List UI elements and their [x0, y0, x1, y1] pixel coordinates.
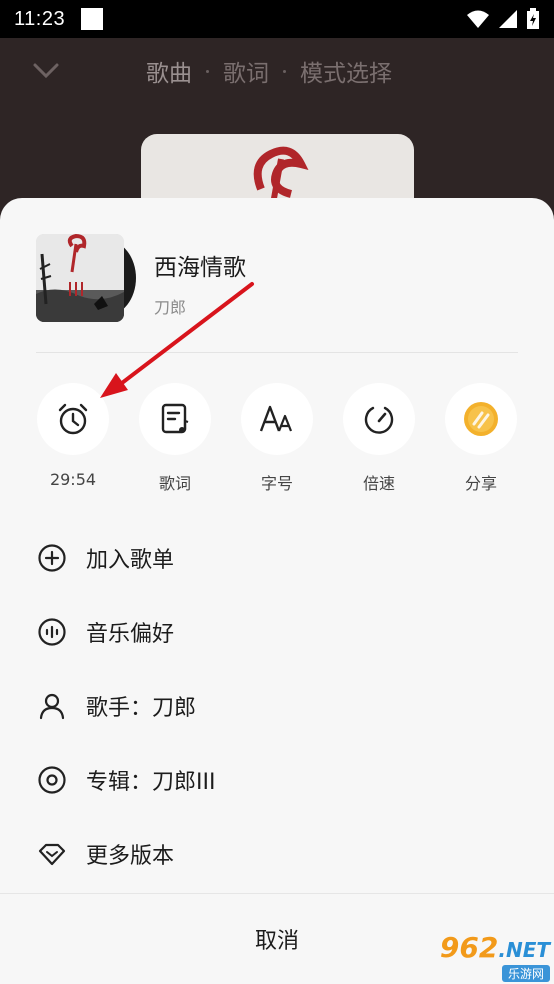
watermark-sub: 乐游网	[501, 965, 550, 982]
more-options-sheet: 西海情歌 刀郎 29:54 歌词 字号 倍速 分享 加入歌单 音乐偏好 歌手：刀…	[0, 198, 554, 984]
lyrics-icon	[161, 403, 189, 434]
playback-speed-circle[interactable]	[343, 383, 415, 455]
sleep-timer-button[interactable]: 29:54	[36, 383, 110, 494]
lyrics-label: 歌词	[158, 474, 191, 493]
font-size-label: 字号	[260, 474, 293, 493]
signal-icon	[499, 10, 517, 28]
sleep-timer-circle[interactable]	[37, 383, 109, 455]
font-size-circle[interactable]	[241, 383, 313, 455]
music-preference-item[interactable]: 音乐偏好	[36, 595, 518, 669]
add-to-playlist-item[interactable]: 加入歌单	[36, 521, 518, 595]
playback-speed-label: 倍速	[362, 474, 395, 493]
add-circle-icon	[38, 544, 66, 572]
tab-separator	[206, 69, 209, 73]
chevron-down-icon[interactable]	[32, 58, 60, 82]
song-title: 西海情歌	[154, 255, 246, 281]
watermark-brand: 962	[439, 931, 499, 964]
waveform-icon	[38, 618, 66, 646]
alarm-clock-icon	[58, 403, 88, 435]
album-label: 专辑：刀郎III	[86, 770, 216, 795]
watermark-domain: .NET	[498, 938, 550, 962]
music-preference-label: 音乐偏好	[86, 622, 175, 647]
album-art-image	[36, 234, 124, 322]
notification-icon	[81, 8, 104, 30]
divider	[36, 352, 518, 353]
status-bar: 11:23	[0, 0, 554, 38]
album-disc-icon	[38, 766, 66, 794]
font-size-button[interactable]: 字号	[240, 383, 314, 494]
song-info: 西海情歌 刀郎	[36, 234, 246, 322]
album-item[interactable]: 专辑：刀郎III	[36, 743, 518, 817]
artist-item[interactable]: 歌手：刀郎	[36, 669, 518, 743]
song-artist[interactable]: 刀郎	[154, 294, 246, 318]
more-versions-label: 更多版本	[86, 844, 175, 869]
playback-speed-button[interactable]: 倍速	[342, 383, 416, 494]
album-art	[36, 234, 124, 322]
font-size-icon	[259, 405, 293, 432]
sleep-timer-label: 29:54	[49, 470, 97, 489]
lyrics-button[interactable]: 歌词	[138, 383, 212, 494]
diamond-icon	[38, 843, 66, 866]
share-label: 分享	[464, 474, 497, 493]
options-menu: 加入歌单 音乐偏好 歌手：刀郎 专辑：刀郎III 更多版本	[36, 521, 518, 891]
artist-label: 歌手：刀郎	[86, 696, 197, 721]
watermark-logo: 962.NET 乐游网	[414, 934, 550, 982]
tab-lyrics[interactable]: 歌词	[223, 54, 269, 88]
speed-icon	[364, 406, 394, 434]
share-icon	[464, 402, 498, 436]
tab-separator	[283, 69, 286, 73]
album-thumbnail	[36, 234, 136, 322]
person-icon	[39, 693, 65, 720]
add-to-playlist-label: 加入歌单	[86, 548, 175, 573]
share-circle[interactable]	[445, 383, 517, 455]
player-tabs: 歌曲 歌词 模式选择	[146, 54, 392, 88]
tab-song[interactable]: 歌曲	[146, 54, 192, 88]
share-button[interactable]: 分享	[444, 383, 518, 494]
lyrics-circle[interactable]	[139, 383, 211, 455]
status-time: 11:23	[14, 7, 66, 30]
wifi-icon	[467, 10, 489, 28]
more-versions-item[interactable]: 更多版本	[36, 817, 518, 891]
battery-icon	[527, 8, 539, 29]
player-header: 歌曲 歌词 模式选择 DAOLANG	[0, 38, 554, 254]
tab-mode-select[interactable]: 模式选择	[300, 54, 392, 88]
quick-actions: 29:54 歌词 字号 倍速 分享	[36, 383, 518, 494]
